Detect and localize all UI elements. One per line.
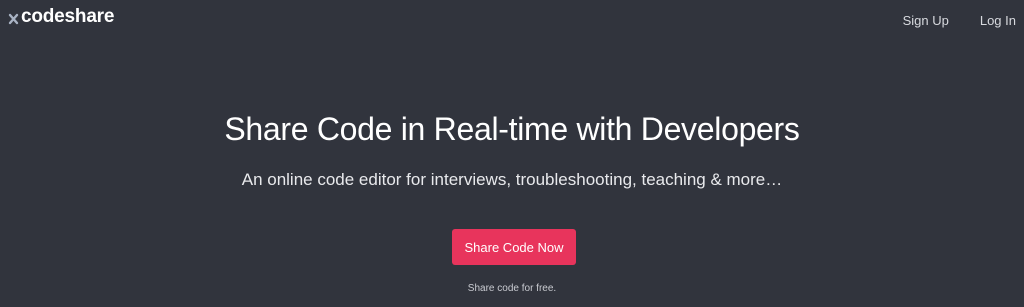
hero-subtitle: An online code editor for interviews, tr… [241, 170, 783, 189]
logo-text: codeshare [21, 6, 115, 27]
sign-up-link[interactable]: Sign Up [903, 13, 949, 28]
free-note: Share code for free. [467, 283, 557, 294]
top-nav: Sign Up Log In [872, 13, 1016, 28]
log-in-link[interactable]: Log In [980, 13, 1016, 28]
x-logo-icon [8, 7, 20, 27]
hero-title: Share Code in Real-time with Developers [224, 111, 800, 147]
logo-link[interactable]: codeshare [8, 6, 114, 28]
share-code-now-button[interactable]: Share Code Now [452, 229, 576, 265]
